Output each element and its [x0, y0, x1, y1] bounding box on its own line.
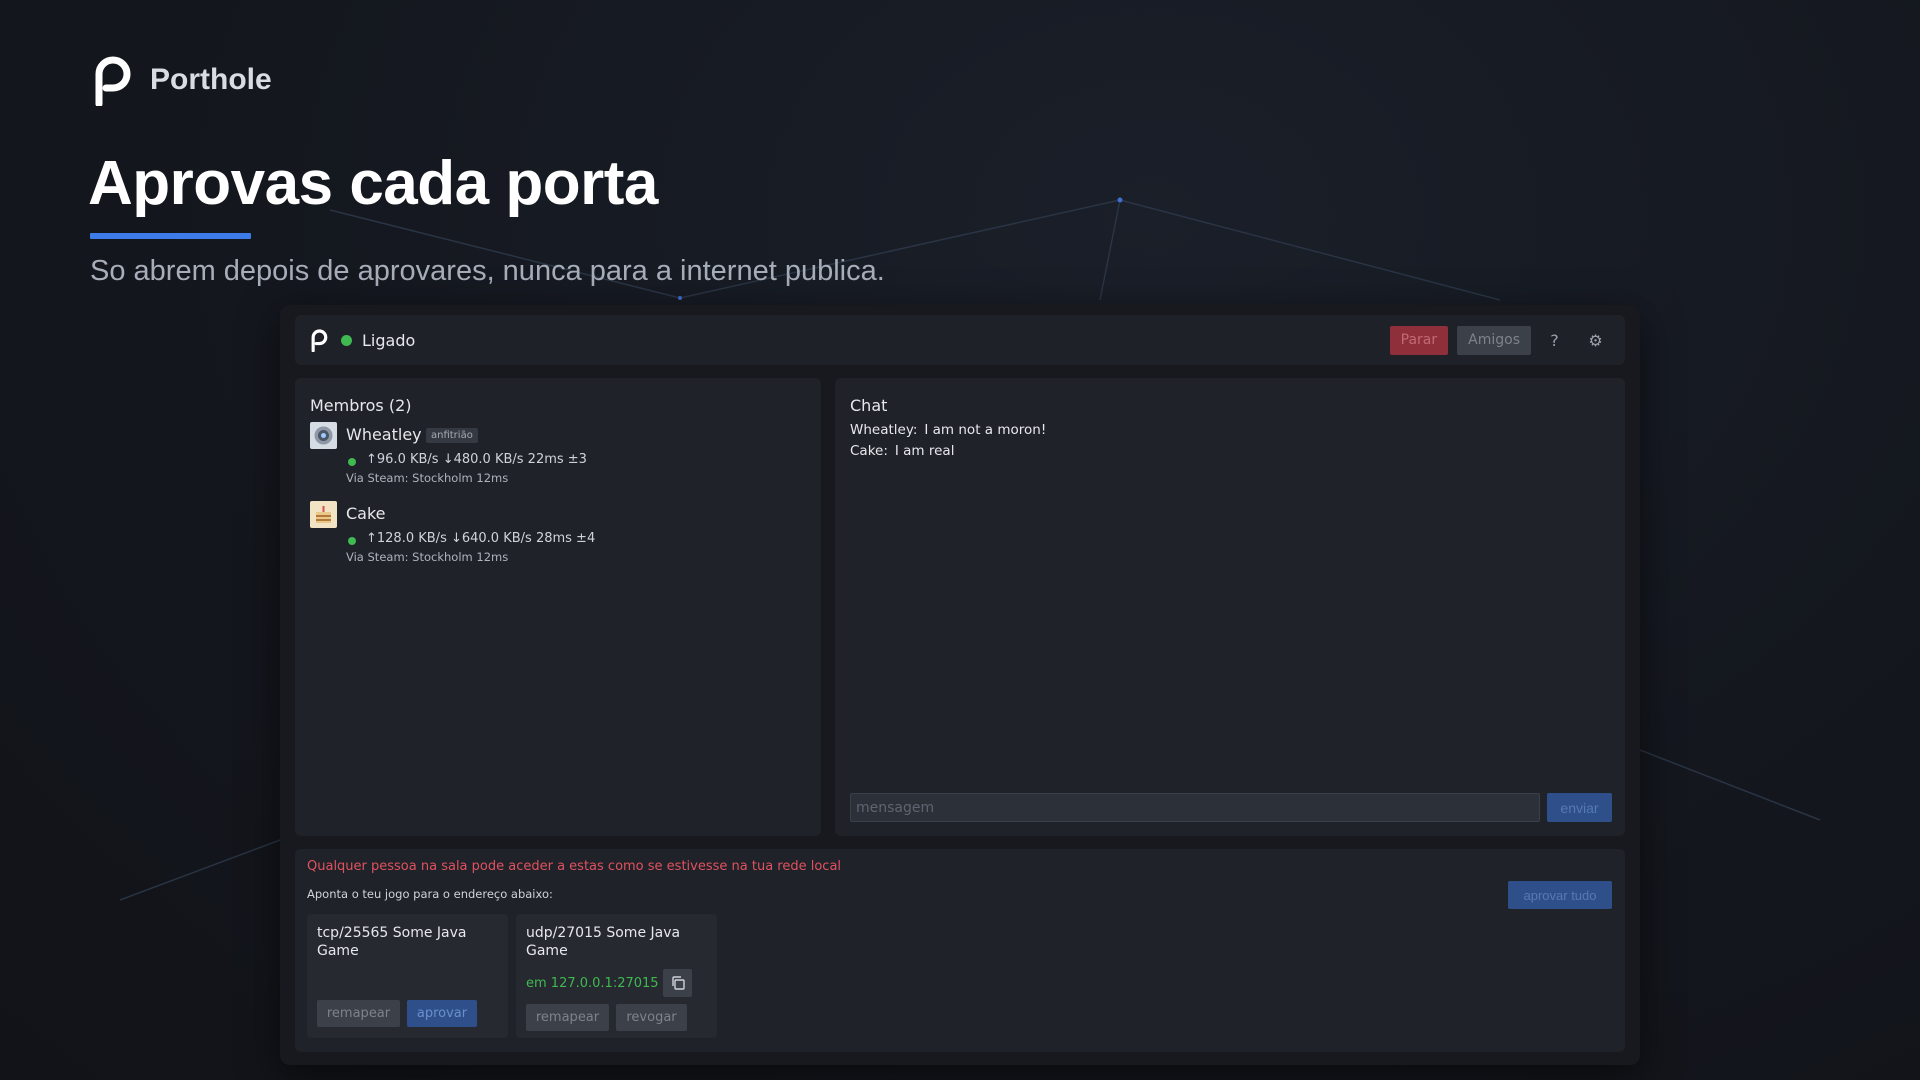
chat-message: Cake: I am real: [850, 443, 954, 459]
app-window: Ligado Parar Amigos ? ⚙ Membros (2) Whea…: [280, 305, 1640, 1065]
chat-message-input[interactable]: [850, 793, 1540, 822]
chat-message: Wheatley: I am not a moron!: [850, 422, 1046, 438]
chat-text: I am real: [894, 443, 955, 459]
port-name: udp/27015 Some Java Game: [526, 925, 681, 959]
chat-sender: Wheatley:: [850, 422, 918, 438]
help-icon[interactable]: ?: [1537, 326, 1572, 355]
chat-sender: Cake:: [850, 443, 888, 459]
revoke-button[interactable]: revogar: [616, 1004, 687, 1031]
top-bar: Ligado Parar Amigos ? ⚙: [295, 315, 1625, 365]
copy-icon[interactable]: [663, 969, 692, 997]
member-name: Wheatley: [346, 425, 422, 444]
chat-panel: Chat Wheatley: I am not a moron! Cake: I a…: [835, 378, 1625, 836]
lan-access-warning: Qualquer pessoa na sala pode aceder a es…: [307, 859, 842, 874]
address-hint: Aponta o teu jogo para o endereço abaixo…: [307, 887, 553, 901]
member-online-dot-icon: [348, 537, 356, 545]
app-logo-icon: [311, 329, 328, 352]
title-underline: [90, 233, 251, 239]
copy-glyph-icon: [671, 976, 685, 990]
friends-button[interactable]: Amigos: [1457, 325, 1531, 355]
remap-button[interactable]: remapear: [317, 1000, 400, 1027]
port-card: tcp/25565 Some Java Game remapear aprova…: [307, 914, 508, 1038]
local-address: em 127.0.0.1:27015: [526, 976, 659, 991]
chat-text: I am not a moron!: [924, 422, 1047, 438]
cake-avatar-icon: [310, 501, 337, 528]
brand: Porthole: [92, 54, 272, 106]
connection-status: Ligado: [362, 330, 416, 350]
members-panel: Membros (2) Wheatley anfitrião ↑96.0 KB/…: [295, 378, 821, 836]
port-name: tcp/25565 Some Java Game: [317, 925, 467, 959]
member-stats: ↑128.0 KB/s ↓640.0 KB/s 28ms ±4: [366, 531, 596, 546]
ports-panel: Qualquer pessoa na sala pode aceder a es…: [295, 849, 1625, 1052]
wheatley-avatar-icon: [310, 422, 337, 449]
settings-gear-icon[interactable]: ⚙: [1578, 326, 1613, 355]
brand-name: Porthole: [150, 63, 272, 96]
remap-button[interactable]: remapear: [526, 1004, 609, 1031]
send-button[interactable]: enviar: [1547, 793, 1612, 822]
page-subtitle: So abrem depois de aprovares, nunca para…: [90, 255, 885, 287]
member-route: Via Steam: Stockholm 12ms: [346, 550, 509, 564]
member-stats: ↑96.0 KB/s ↓480.0 KB/s 22ms ±3: [366, 452, 587, 467]
chat-title: Chat: [850, 396, 888, 415]
approve-button[interactable]: aprovar: [407, 1000, 477, 1027]
page-title: Aprovas cada porta: [88, 149, 658, 218]
porthole-logo-icon: [95, 56, 131, 106]
members-title: Membros (2): [310, 396, 412, 415]
port-card: udp/27015 Some Java Game em 127.0.0.1:27…: [516, 914, 717, 1038]
member-name: Cake: [346, 504, 386, 523]
approve-all-button[interactable]: aprovar tudo: [1508, 881, 1612, 909]
host-badge: anfitrião: [426, 428, 478, 443]
member-online-dot-icon: [348, 458, 356, 466]
stop-button[interactable]: Parar: [1389, 325, 1449, 355]
member-route: Via Steam: Stockholm 12ms: [346, 471, 509, 485]
status-dot-icon: [341, 334, 352, 346]
